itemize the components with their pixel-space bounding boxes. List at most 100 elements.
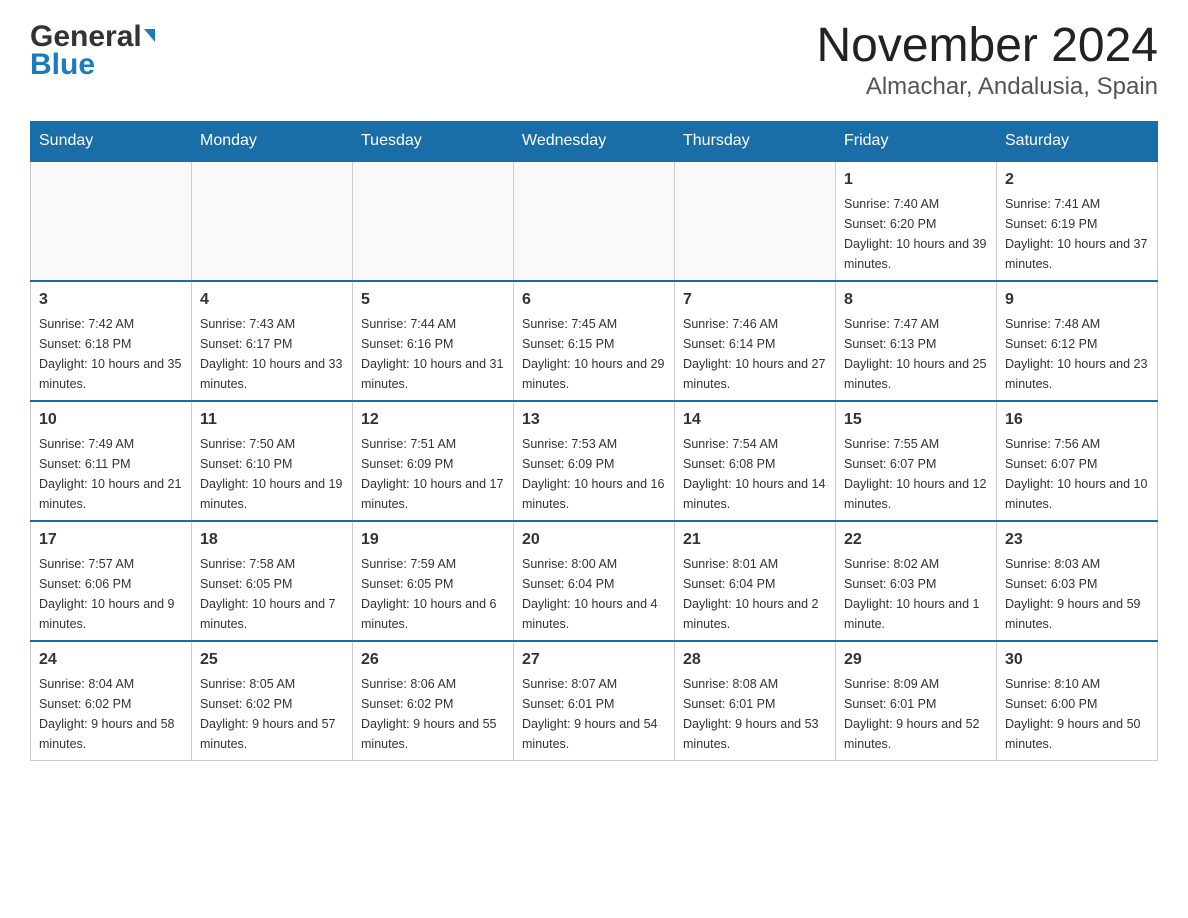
calendar-week-row: 17Sunrise: 7:57 AMSunset: 6:06 PMDayligh… (31, 521, 1158, 641)
day-number: 7 (683, 288, 827, 312)
day-sun-info: Sunrise: 8:03 AMSunset: 6:03 PMDaylight:… (1005, 554, 1149, 634)
day-number: 13 (522, 408, 666, 432)
logo-arrow-icon (144, 29, 155, 42)
day-sun-info: Sunrise: 8:06 AMSunset: 6:02 PMDaylight:… (361, 674, 505, 754)
day-sun-info: Sunrise: 8:04 AMSunset: 6:02 PMDaylight:… (39, 674, 183, 754)
calendar-day-cell: 9Sunrise: 7:48 AMSunset: 6:12 PMDaylight… (997, 281, 1158, 401)
calendar-day-cell: 14Sunrise: 7:54 AMSunset: 6:08 PMDayligh… (675, 401, 836, 521)
day-sun-info: Sunrise: 7:51 AMSunset: 6:09 PMDaylight:… (361, 434, 505, 514)
day-number: 19 (361, 528, 505, 552)
calendar-day-cell: 28Sunrise: 8:08 AMSunset: 6:01 PMDayligh… (675, 641, 836, 761)
calendar-day-cell: 15Sunrise: 7:55 AMSunset: 6:07 PMDayligh… (836, 401, 997, 521)
day-of-week-header: Friday (836, 121, 997, 161)
day-number: 25 (200, 648, 344, 672)
calendar-day-cell (31, 161, 192, 281)
calendar-day-cell: 27Sunrise: 8:07 AMSunset: 6:01 PMDayligh… (514, 641, 675, 761)
calendar-day-cell: 29Sunrise: 8:09 AMSunset: 6:01 PMDayligh… (836, 641, 997, 761)
calendar-day-cell: 6Sunrise: 7:45 AMSunset: 6:15 PMDaylight… (514, 281, 675, 401)
day-number: 17 (39, 528, 183, 552)
day-number: 20 (522, 528, 666, 552)
day-sun-info: Sunrise: 7:54 AMSunset: 6:08 PMDaylight:… (683, 434, 827, 514)
calendar-day-cell: 21Sunrise: 8:01 AMSunset: 6:04 PMDayligh… (675, 521, 836, 641)
day-sun-info: Sunrise: 8:00 AMSunset: 6:04 PMDaylight:… (522, 554, 666, 634)
day-sun-info: Sunrise: 7:53 AMSunset: 6:09 PMDaylight:… (522, 434, 666, 514)
calendar-day-cell: 12Sunrise: 7:51 AMSunset: 6:09 PMDayligh… (353, 401, 514, 521)
day-number: 30 (1005, 648, 1149, 672)
calendar-day-cell: 19Sunrise: 7:59 AMSunset: 6:05 PMDayligh… (353, 521, 514, 641)
calendar-month-year: November 2024 (816, 20, 1158, 73)
day-sun-info: Sunrise: 7:42 AMSunset: 6:18 PMDaylight:… (39, 314, 183, 394)
day-number: 1 (844, 168, 988, 192)
calendar-day-cell: 5Sunrise: 7:44 AMSunset: 6:16 PMDaylight… (353, 281, 514, 401)
day-number: 3 (39, 288, 183, 312)
day-of-week-header: Saturday (997, 121, 1158, 161)
day-sun-info: Sunrise: 7:43 AMSunset: 6:17 PMDaylight:… (200, 314, 344, 394)
page-header: General Blue November 2024 Almachar, And… (30, 20, 1158, 101)
day-number: 12 (361, 408, 505, 432)
calendar-day-cell: 7Sunrise: 7:46 AMSunset: 6:14 PMDaylight… (675, 281, 836, 401)
day-number: 24 (39, 648, 183, 672)
day-number: 9 (1005, 288, 1149, 312)
day-sun-info: Sunrise: 7:56 AMSunset: 6:07 PMDaylight:… (1005, 434, 1149, 514)
day-number: 2 (1005, 168, 1149, 192)
calendar-day-cell: 4Sunrise: 7:43 AMSunset: 6:17 PMDaylight… (192, 281, 353, 401)
logo: General Blue (30, 20, 155, 82)
day-sun-info: Sunrise: 7:44 AMSunset: 6:16 PMDaylight:… (361, 314, 505, 394)
day-of-week-header: Sunday (31, 121, 192, 161)
day-number: 23 (1005, 528, 1149, 552)
calendar-day-cell: 8Sunrise: 7:47 AMSunset: 6:13 PMDaylight… (836, 281, 997, 401)
day-number: 10 (39, 408, 183, 432)
calendar-day-cell: 16Sunrise: 7:56 AMSunset: 6:07 PMDayligh… (997, 401, 1158, 521)
day-sun-info: Sunrise: 7:46 AMSunset: 6:14 PMDaylight:… (683, 314, 827, 394)
calendar-day-cell: 26Sunrise: 8:06 AMSunset: 6:02 PMDayligh… (353, 641, 514, 761)
logo-blue-text: Blue (30, 48, 95, 82)
day-sun-info: Sunrise: 8:01 AMSunset: 6:04 PMDaylight:… (683, 554, 827, 634)
calendar-title-block: November 2024 Almachar, Andalusia, Spain (816, 20, 1158, 101)
calendar-day-cell: 18Sunrise: 7:58 AMSunset: 6:05 PMDayligh… (192, 521, 353, 641)
calendar-day-cell: 23Sunrise: 8:03 AMSunset: 6:03 PMDayligh… (997, 521, 1158, 641)
day-sun-info: Sunrise: 7:47 AMSunset: 6:13 PMDaylight:… (844, 314, 988, 394)
calendar-day-cell (514, 161, 675, 281)
calendar-day-cell (353, 161, 514, 281)
calendar-day-cell: 2Sunrise: 7:41 AMSunset: 6:19 PMDaylight… (997, 161, 1158, 281)
calendar-day-cell: 22Sunrise: 8:02 AMSunset: 6:03 PMDayligh… (836, 521, 997, 641)
calendar-day-cell: 3Sunrise: 7:42 AMSunset: 6:18 PMDaylight… (31, 281, 192, 401)
day-sun-info: Sunrise: 8:07 AMSunset: 6:01 PMDaylight:… (522, 674, 666, 754)
day-sun-info: Sunrise: 7:41 AMSunset: 6:19 PMDaylight:… (1005, 194, 1149, 274)
day-sun-info: Sunrise: 7:50 AMSunset: 6:10 PMDaylight:… (200, 434, 344, 514)
day-sun-info: Sunrise: 8:08 AMSunset: 6:01 PMDaylight:… (683, 674, 827, 754)
calendar-week-row: 10Sunrise: 7:49 AMSunset: 6:11 PMDayligh… (31, 401, 1158, 521)
calendar-day-cell: 10Sunrise: 7:49 AMSunset: 6:11 PMDayligh… (31, 401, 192, 521)
day-number: 22 (844, 528, 988, 552)
day-number: 26 (361, 648, 505, 672)
calendar-day-cell: 13Sunrise: 7:53 AMSunset: 6:09 PMDayligh… (514, 401, 675, 521)
day-number: 5 (361, 288, 505, 312)
day-sun-info: Sunrise: 7:45 AMSunset: 6:15 PMDaylight:… (522, 314, 666, 394)
day-of-week-header: Tuesday (353, 121, 514, 161)
day-number: 14 (683, 408, 827, 432)
calendar-day-cell: 24Sunrise: 8:04 AMSunset: 6:02 PMDayligh… (31, 641, 192, 761)
calendar-week-row: 24Sunrise: 8:04 AMSunset: 6:02 PMDayligh… (31, 641, 1158, 761)
calendar-day-cell: 1Sunrise: 7:40 AMSunset: 6:20 PMDaylight… (836, 161, 997, 281)
day-sun-info: Sunrise: 7:55 AMSunset: 6:07 PMDaylight:… (844, 434, 988, 514)
day-sun-info: Sunrise: 7:48 AMSunset: 6:12 PMDaylight:… (1005, 314, 1149, 394)
day-sun-info: Sunrise: 7:57 AMSunset: 6:06 PMDaylight:… (39, 554, 183, 634)
day-number: 4 (200, 288, 344, 312)
day-sun-info: Sunrise: 8:02 AMSunset: 6:03 PMDaylight:… (844, 554, 988, 634)
day-of-week-header: Wednesday (514, 121, 675, 161)
day-of-week-header: Thursday (675, 121, 836, 161)
day-number: 6 (522, 288, 666, 312)
calendar-day-cell (192, 161, 353, 281)
day-sun-info: Sunrise: 7:58 AMSunset: 6:05 PMDaylight:… (200, 554, 344, 634)
day-sun-info: Sunrise: 8:09 AMSunset: 6:01 PMDaylight:… (844, 674, 988, 754)
calendar-day-cell (675, 161, 836, 281)
day-sun-info: Sunrise: 7:40 AMSunset: 6:20 PMDaylight:… (844, 194, 988, 274)
calendar-location: Almachar, Andalusia, Spain (816, 73, 1158, 101)
calendar-header-row: SundayMondayTuesdayWednesdayThursdayFrid… (31, 121, 1158, 161)
calendar-day-cell: 17Sunrise: 7:57 AMSunset: 6:06 PMDayligh… (31, 521, 192, 641)
day-number: 21 (683, 528, 827, 552)
day-number: 18 (200, 528, 344, 552)
day-sun-info: Sunrise: 7:59 AMSunset: 6:05 PMDaylight:… (361, 554, 505, 634)
day-number: 15 (844, 408, 988, 432)
calendar-week-row: 3Sunrise: 7:42 AMSunset: 6:18 PMDaylight… (31, 281, 1158, 401)
